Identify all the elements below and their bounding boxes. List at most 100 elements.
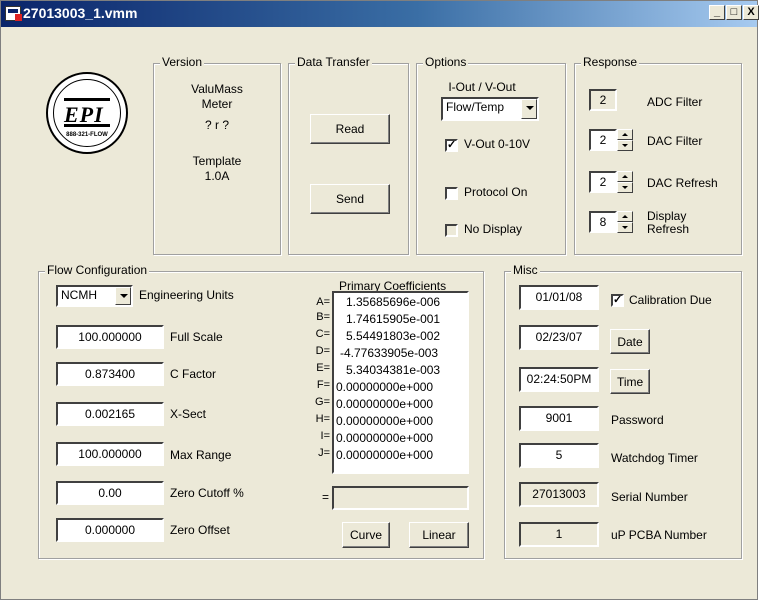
calibration-due-label: Calibration Due bbox=[629, 293, 712, 307]
response-group-label: Response bbox=[581, 55, 640, 69]
spin-down-icon[interactable] bbox=[617, 182, 633, 193]
spin-up-icon[interactable] bbox=[617, 129, 633, 140]
template-value: 1.0A bbox=[204, 169, 230, 183]
read-button[interactable]: Read bbox=[310, 114, 390, 144]
vout-label: V-Out 0-10V bbox=[464, 137, 531, 151]
coef-value-f: 0.00000000e+000 bbox=[336, 380, 434, 394]
watchdog-input[interactable]: 5 bbox=[519, 443, 599, 468]
equation-label: = bbox=[322, 490, 330, 504]
zero-offset-label: Zero Offset bbox=[170, 523, 230, 537]
c-factor-input[interactable]: 0.873400 bbox=[56, 362, 164, 386]
coef-letter-a: A= bbox=[316, 296, 330, 308]
password-input[interactable]: 9001 bbox=[519, 406, 599, 431]
coef-letter-c: C= bbox=[315, 328, 330, 340]
coef-letter-j: J= bbox=[318, 447, 330, 459]
dac-refresh-spinner[interactable]: 2 bbox=[589, 171, 633, 193]
coef-value-g: 0.00000000e+000 bbox=[336, 397, 434, 411]
misc-group-label: Misc bbox=[511, 263, 540, 277]
serial-number-label: Serial Number bbox=[611, 490, 688, 504]
coefficients-box[interactable]: 1.35685696e-006 1.74615905e-001 5.544918… bbox=[332, 291, 469, 474]
logo-bar bbox=[64, 124, 110, 127]
close-button[interactable]: X bbox=[743, 5, 759, 20]
data-transfer-group: Data Transfer Read Send bbox=[288, 55, 409, 255]
time-button[interactable]: Time bbox=[610, 369, 650, 394]
adc-filter-label: ADC Filter bbox=[647, 95, 703, 109]
maximize-button[interactable]: □ bbox=[726, 5, 742, 20]
password-label: Password bbox=[611, 413, 664, 427]
coef-letter-d: D= bbox=[315, 345, 330, 357]
misc-group: Misc 01/01/08 ✓ Calibration Due 02/23/07… bbox=[504, 263, 742, 559]
protocol-checkbox[interactable] bbox=[445, 187, 458, 200]
max-range-input[interactable]: 100.000000 bbox=[56, 442, 164, 466]
pcba-number-field: 1 bbox=[519, 522, 599, 547]
send-button[interactable]: Send bbox=[310, 184, 390, 214]
display-refresh-spinner[interactable]: 8 bbox=[589, 211, 633, 233]
coef-letter-i: I= bbox=[320, 430, 330, 442]
coef-value-h: 0.00000000e+000 bbox=[336, 414, 434, 428]
units-select[interactable]: NCMH bbox=[56, 285, 133, 307]
serial-number-field: 27013003 bbox=[519, 482, 599, 507]
flow-config-group: Flow Configuration NCMH Engineering Unit… bbox=[38, 263, 484, 559]
product-line1: ValuMass bbox=[191, 82, 243, 96]
display-refresh-label-1: Display bbox=[647, 209, 687, 223]
linear-button[interactable]: Linear bbox=[409, 522, 469, 548]
title-bar[interactable]: 27013003_1.vmm _ □ X bbox=[1, 1, 759, 27]
logo-bar bbox=[64, 98, 110, 101]
display-refresh-label-2: Refresh bbox=[647, 222, 690, 236]
coef-value-b: 1.74615905e-001 bbox=[346, 312, 441, 326]
chevron-down-icon[interactable] bbox=[521, 99, 537, 119]
options-group: Options I-Out / V-Out Flow/Temp ✓ V-Out … bbox=[416, 55, 566, 255]
version-group: Version ValuMass Meter ? r ? Template 1.… bbox=[153, 55, 281, 255]
coef-value-i: 0.00000000e+000 bbox=[336, 431, 434, 445]
template-label: Template bbox=[192, 154, 242, 168]
no-display-label: No Display bbox=[464, 222, 523, 236]
date-input[interactable]: 02/23/07 bbox=[519, 325, 599, 350]
product-line2: Meter bbox=[201, 97, 233, 111]
vout-checkbox[interactable]: ✓ bbox=[445, 139, 458, 152]
display-refresh-value[interactable]: 8 bbox=[589, 211, 617, 233]
minimize-button[interactable]: _ bbox=[709, 5, 725, 20]
dac-filter-label: DAC Filter bbox=[647, 134, 703, 148]
dac-filter-spinner[interactable]: 2 bbox=[589, 129, 633, 151]
dac-filter-value[interactable]: 2 bbox=[589, 129, 617, 151]
no-display-checkbox[interactable] bbox=[445, 224, 458, 237]
calibration-due-checkbox[interactable]: ✓ bbox=[611, 294, 624, 307]
coef-letter-e: E= bbox=[316, 362, 330, 374]
app-icon bbox=[5, 6, 22, 21]
zero-offset-input[interactable]: 0.000000 bbox=[56, 518, 164, 542]
version-value: ? r ? bbox=[204, 118, 229, 132]
curve-button[interactable]: Curve bbox=[342, 522, 390, 548]
c-factor-label: C Factor bbox=[170, 367, 217, 381]
epi-logo: EPI 888-321-FLOW bbox=[46, 72, 128, 154]
zero-cutoff-label: Zero Cutoff % bbox=[170, 486, 244, 500]
coef-value-j: 0.00000000e+000 bbox=[336, 448, 434, 462]
coef-value-a: 1.35685696e-006 bbox=[346, 295, 441, 309]
x-sect-label: X-Sect bbox=[170, 407, 207, 421]
spin-down-icon[interactable] bbox=[617, 222, 633, 233]
output-select-value: Flow/Temp bbox=[446, 100, 505, 114]
spin-down-icon[interactable] bbox=[617, 140, 633, 151]
response-group: Response 2 ADC Filter 2 DAC Filter 2 DAC… bbox=[574, 55, 742, 255]
coef-letter-f: F= bbox=[316, 379, 330, 391]
main-window: 27013003_1.vmm _ □ X EPI 888-321-FLOW Ve… bbox=[0, 0, 759, 600]
calibration-date-input[interactable]: 01/01/08 bbox=[519, 285, 599, 310]
x-sect-input[interactable]: 0.002165 bbox=[56, 402, 164, 426]
spin-up-icon[interactable] bbox=[617, 211, 633, 222]
full-scale-input[interactable]: 100.000000 bbox=[56, 325, 164, 349]
data-transfer-group-label: Data Transfer bbox=[295, 55, 372, 69]
window-title: 27013003_1.vmm bbox=[23, 5, 138, 21]
dac-refresh-label: DAC Refresh bbox=[647, 176, 718, 190]
options-group-label: Options bbox=[423, 55, 469, 69]
time-input[interactable]: 02:24:50PM bbox=[519, 367, 599, 392]
coef-value-c: 5.54491803e-002 bbox=[346, 329, 441, 343]
zero-cutoff-input[interactable]: 0.00 bbox=[56, 481, 164, 505]
dac-refresh-value[interactable]: 2 bbox=[589, 171, 617, 193]
output-select[interactable]: Flow/Temp bbox=[441, 97, 539, 121]
coef-value-e: 5.34034381e-003 bbox=[346, 363, 441, 377]
spin-up-icon[interactable] bbox=[617, 171, 633, 182]
date-button[interactable]: Date bbox=[610, 329, 650, 354]
full-scale-label: Full Scale bbox=[170, 330, 223, 344]
pcba-number-label: uP PCBA Number bbox=[611, 528, 707, 542]
adc-filter-field: 2 bbox=[589, 89, 617, 111]
chevron-down-icon[interactable] bbox=[115, 287, 131, 305]
